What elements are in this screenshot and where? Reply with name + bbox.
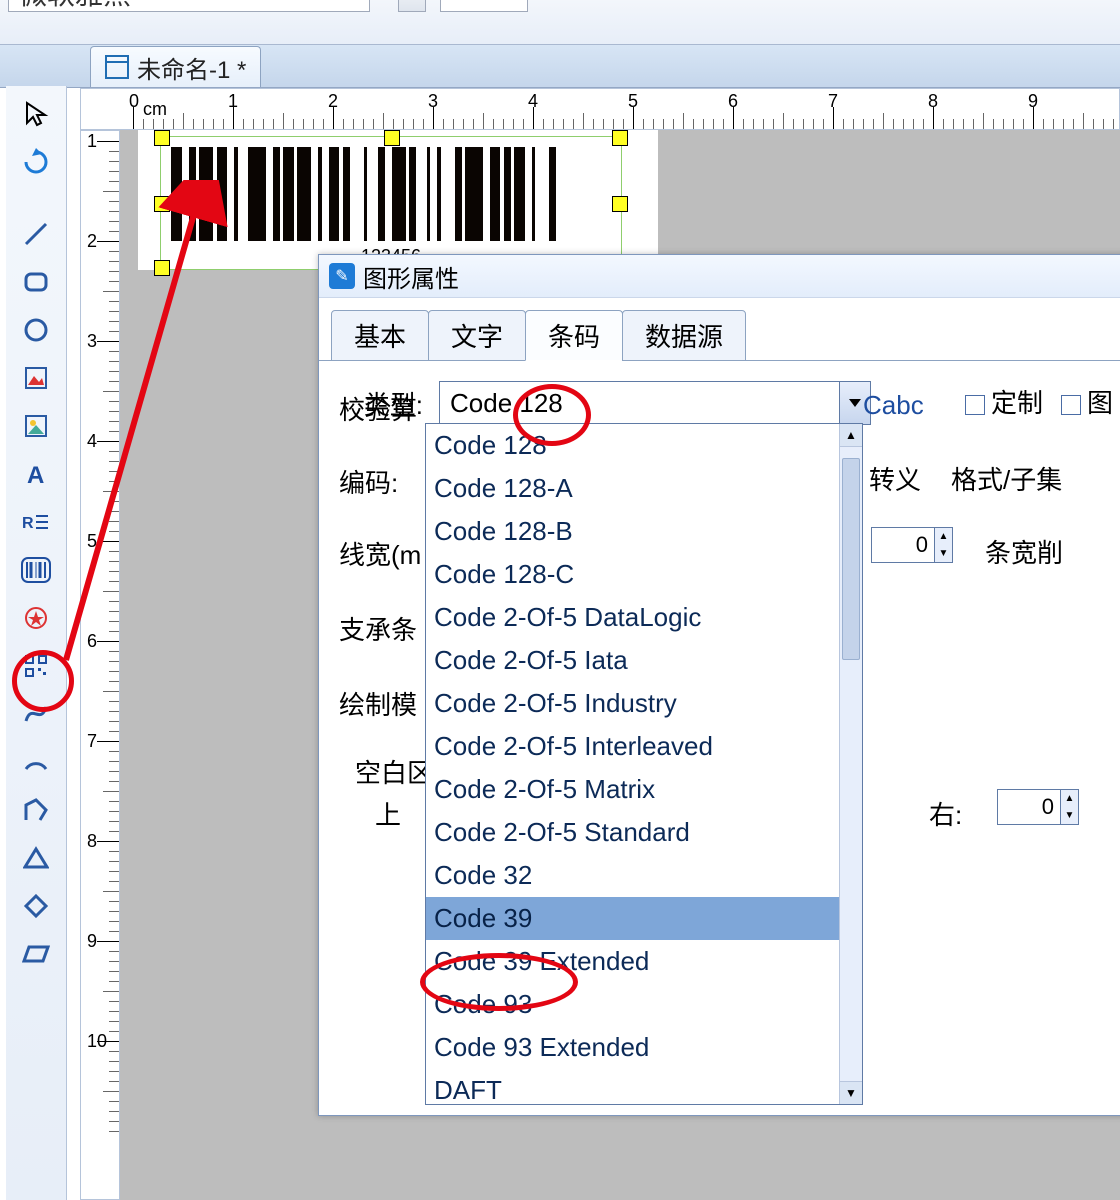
- ruler-unit-label: cm: [143, 99, 167, 120]
- dialog-titlebar[interactable]: ✎ 图形属性: [319, 255, 1120, 298]
- type-option[interactable]: Code 2-Of-5 Industry: [426, 682, 862, 725]
- arc-tool[interactable]: [14, 740, 58, 784]
- font-family-dropdown-button[interactable]: [398, 0, 426, 12]
- rotate-tool[interactable]: [14, 140, 58, 184]
- vertical-ruler: 12345678910: [80, 130, 120, 1200]
- graphic-checkbox[interactable]: 图: [1061, 383, 1113, 420]
- format-label: 格式/子集: [951, 460, 1062, 497]
- dialog-body: 类型: Code 128 校验算 编码: 线宽(m 支承条 绘制模 空白区 上 …: [319, 360, 1120, 473]
- escape-label: 转义: [869, 460, 921, 497]
- right-numeric-value: 0: [998, 794, 1060, 820]
- triangle-tool[interactable]: [14, 836, 58, 880]
- blank-top-label: 上: [375, 795, 401, 832]
- formatting-toolbar: 微软雅黑 5.0: [0, 0, 1120, 45]
- checksum-label: 校验算: [339, 390, 417, 427]
- right-label: 右:: [929, 795, 962, 832]
- type-option[interactable]: Code 93 Extended: [426, 1026, 862, 1069]
- type-option[interactable]: Code 39: [426, 897, 862, 940]
- window-icon: [105, 55, 129, 79]
- zero-numeric-value: 0: [872, 532, 934, 558]
- font-size-value: 5.0: [447, 0, 480, 7]
- type-option[interactable]: Code 2-Of-5 Iata: [426, 639, 862, 682]
- type-option[interactable]: Code 2-Of-5 DataLogic: [426, 596, 862, 639]
- tab-datasource[interactable]: 数据源: [622, 310, 746, 361]
- clip-image-tool[interactable]: [14, 404, 58, 448]
- right-numeric-input[interactable]: 0 ▲▼: [997, 789, 1079, 825]
- resize-handle-n[interactable]: [384, 130, 400, 146]
- barcode-object[interactable]: 123456: [160, 136, 622, 270]
- qrcode-tool[interactable]: [14, 644, 58, 688]
- line-tool[interactable]: [14, 212, 58, 256]
- cabc-sample: Cabc: [863, 390, 924, 421]
- rounded-rect-tool[interactable]: [14, 260, 58, 304]
- page-surface[interactable]: 123456: [138, 130, 658, 270]
- font-family-combo[interactable]: 微软雅黑: [8, 0, 370, 12]
- type-option[interactable]: Code 2-Of-5 Interleaved: [426, 725, 862, 768]
- custom-checkbox[interactable]: 定制: [965, 383, 1043, 420]
- tab-barcode[interactable]: 条码: [525, 310, 623, 361]
- type-option[interactable]: Code 2-Of-5 Matrix: [426, 768, 862, 811]
- drawmode-label: 绘制模: [339, 685, 417, 722]
- left-toolbox: A R: [6, 86, 67, 1200]
- scroll-thumb[interactable]: [842, 458, 860, 660]
- barcode-tool[interactable]: [14, 548, 58, 592]
- font-size-combo[interactable]: 5.0: [440, 0, 528, 12]
- dialog-tabs: 基本 文字 条码 数据源: [331, 310, 1120, 361]
- resize-handle-sw[interactable]: [154, 260, 170, 276]
- select-tool[interactable]: [14, 92, 58, 136]
- document-tabbar: 未命名-1 *: [0, 45, 1120, 88]
- type-option[interactable]: Code 2-Of-5 Standard: [426, 811, 862, 854]
- resize-handle-ne[interactable]: [612, 130, 628, 146]
- shape-star-tool[interactable]: [14, 596, 58, 640]
- tab-text[interactable]: 文字: [428, 310, 526, 361]
- barcode-bars: [171, 147, 611, 241]
- rich-text-tool[interactable]: R: [14, 500, 58, 544]
- document-tab-title: 未命名-1 *: [137, 50, 246, 85]
- resize-handle-e[interactable]: [612, 196, 628, 212]
- type-option[interactable]: Code 128: [426, 424, 862, 467]
- svg-text:R: R: [22, 515, 34, 532]
- encoding-label: 编码:: [339, 463, 398, 500]
- parallelogram-tool[interactable]: [14, 932, 58, 976]
- zero-numeric-input[interactable]: 0 ▲▼: [871, 527, 953, 563]
- type-option[interactable]: Code 128-C: [426, 553, 862, 596]
- type-option[interactable]: Code 128-A: [426, 467, 862, 510]
- polygon-tool[interactable]: [14, 788, 58, 832]
- picture-tool[interactable]: [14, 356, 58, 400]
- graphic-properties-dialog: ✎ 图形属性 基本 文字 条码 数据源 类型: Code 128 校验算 编码:…: [318, 254, 1120, 1116]
- type-option[interactable]: DAFT: [426, 1069, 862, 1105]
- dialog-title-text: 图形属性: [363, 259, 459, 294]
- dropdown-scrollbar[interactable]: ▲ ▼: [839, 424, 862, 1104]
- horizontal-ruler: 0 cm 123456789: [80, 88, 1120, 130]
- diamond-tool[interactable]: [14, 884, 58, 928]
- blank-label: 空白区: [355, 753, 433, 790]
- type-option[interactable]: Code 39 Extended: [426, 940, 862, 983]
- ruler-zero-label: 0: [129, 91, 139, 112]
- ellipse-tool[interactable]: [14, 308, 58, 352]
- resize-handle-w[interactable]: [154, 196, 170, 212]
- text-tool[interactable]: A: [14, 452, 58, 496]
- type-dropdown-list[interactable]: ▲ ▼ Code 128Code 128-ACode 128-BCode 128…: [425, 423, 863, 1105]
- resize-handle-nw[interactable]: [154, 130, 170, 146]
- type-option[interactable]: Code 128-B: [426, 510, 862, 553]
- type-combo[interactable]: Code 128: [439, 381, 871, 425]
- font-family-value: 微软雅黑: [19, 0, 131, 13]
- dialog-icon: ✎: [329, 263, 355, 289]
- type-option[interactable]: Code 93: [426, 983, 862, 1026]
- type-option[interactable]: Code 32: [426, 854, 862, 897]
- type-combo-value: Code 128: [440, 388, 573, 419]
- linewidth-label: 线宽(m: [339, 535, 421, 572]
- barwidth-label: 条宽削: [985, 533, 1063, 570]
- bearer-label: 支承条: [339, 610, 417, 647]
- document-tab[interactable]: 未命名-1 *: [90, 46, 261, 87]
- svg-text:A: A: [27, 462, 44, 487]
- scroll-up-arrow[interactable]: ▲: [840, 424, 862, 447]
- tab-basic[interactable]: 基本: [331, 310, 429, 361]
- scroll-down-arrow[interactable]: ▼: [840, 1081, 862, 1104]
- curve-tool[interactable]: [14, 692, 58, 736]
